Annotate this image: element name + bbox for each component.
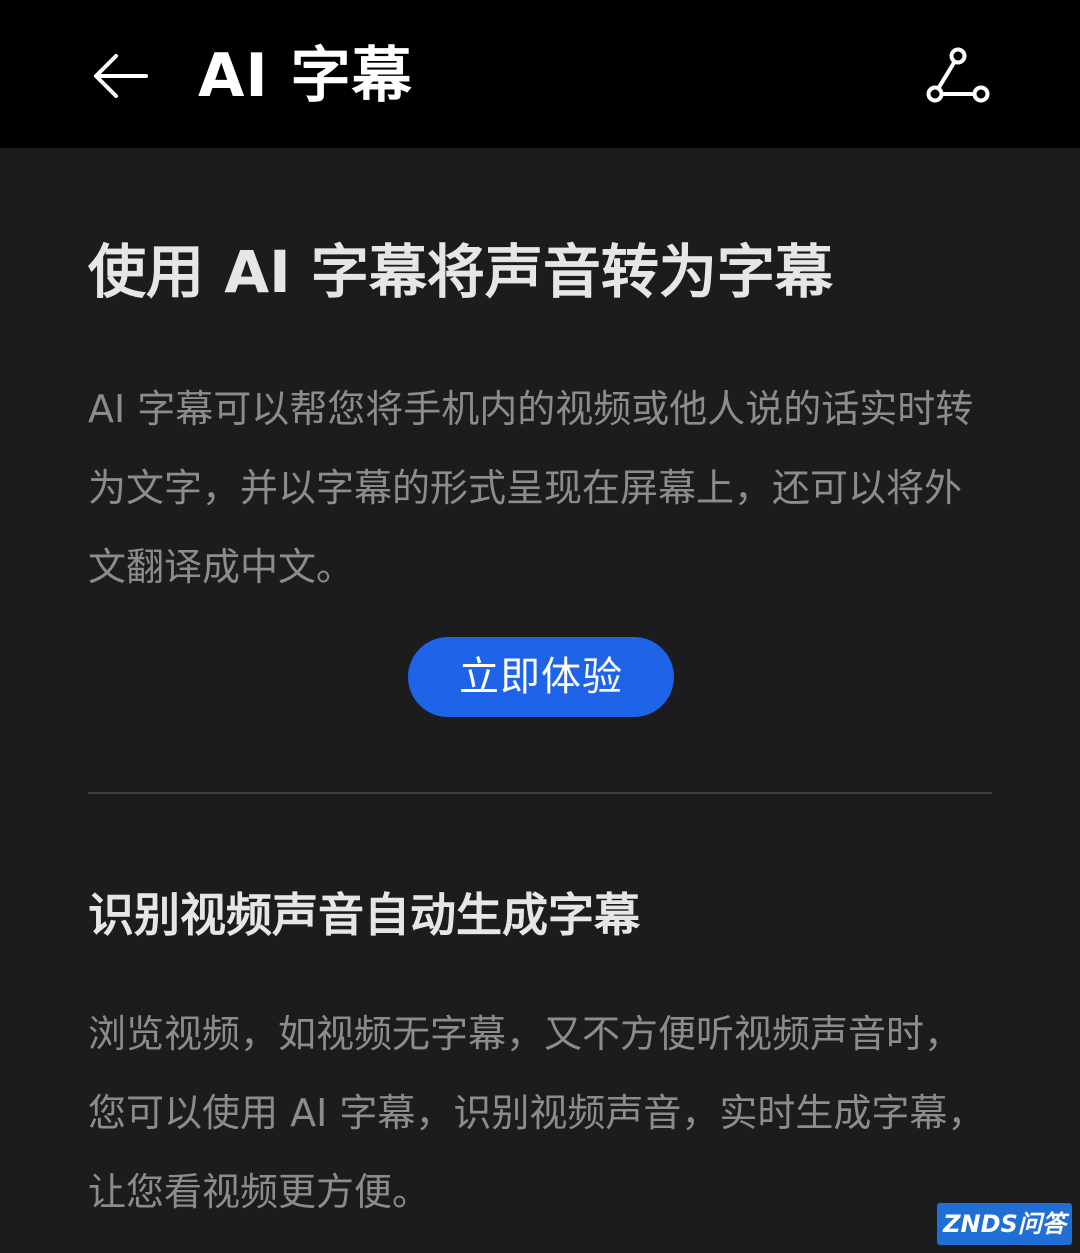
page-title: AI 字幕 [198,41,413,111]
back-button[interactable] [82,38,158,114]
intro-title: 使用 AI 字幕将声音转为字幕 [88,238,833,306]
app-bar: AI 字幕 [0,0,1080,148]
divider [88,792,992,794]
feature-title: 识别视频声音自动生成字幕 [88,888,640,942]
watermark-logo: ZNDS问答 [937,1203,1072,1245]
content-area: 使用 AI 字幕将声音转为字幕 AI 字幕可以帮您将手机内的视频或他人说的话实时… [0,148,1080,1253]
arrow-left-icon [94,54,148,98]
intro-description: AI 字幕可以帮您将手机内的视频或他人说的话实时转为文字，并以字幕的形式呈现在屏… [88,387,974,589]
share-button[interactable] [918,36,998,116]
share-icon [926,47,990,103]
try-now-button[interactable]: 立即体验 [408,637,674,717]
feature-description: 浏览视频，如视频无字幕，又不方便听视频声音时，您可以使用 AI 字幕，识别视频声… [88,1012,986,1214]
